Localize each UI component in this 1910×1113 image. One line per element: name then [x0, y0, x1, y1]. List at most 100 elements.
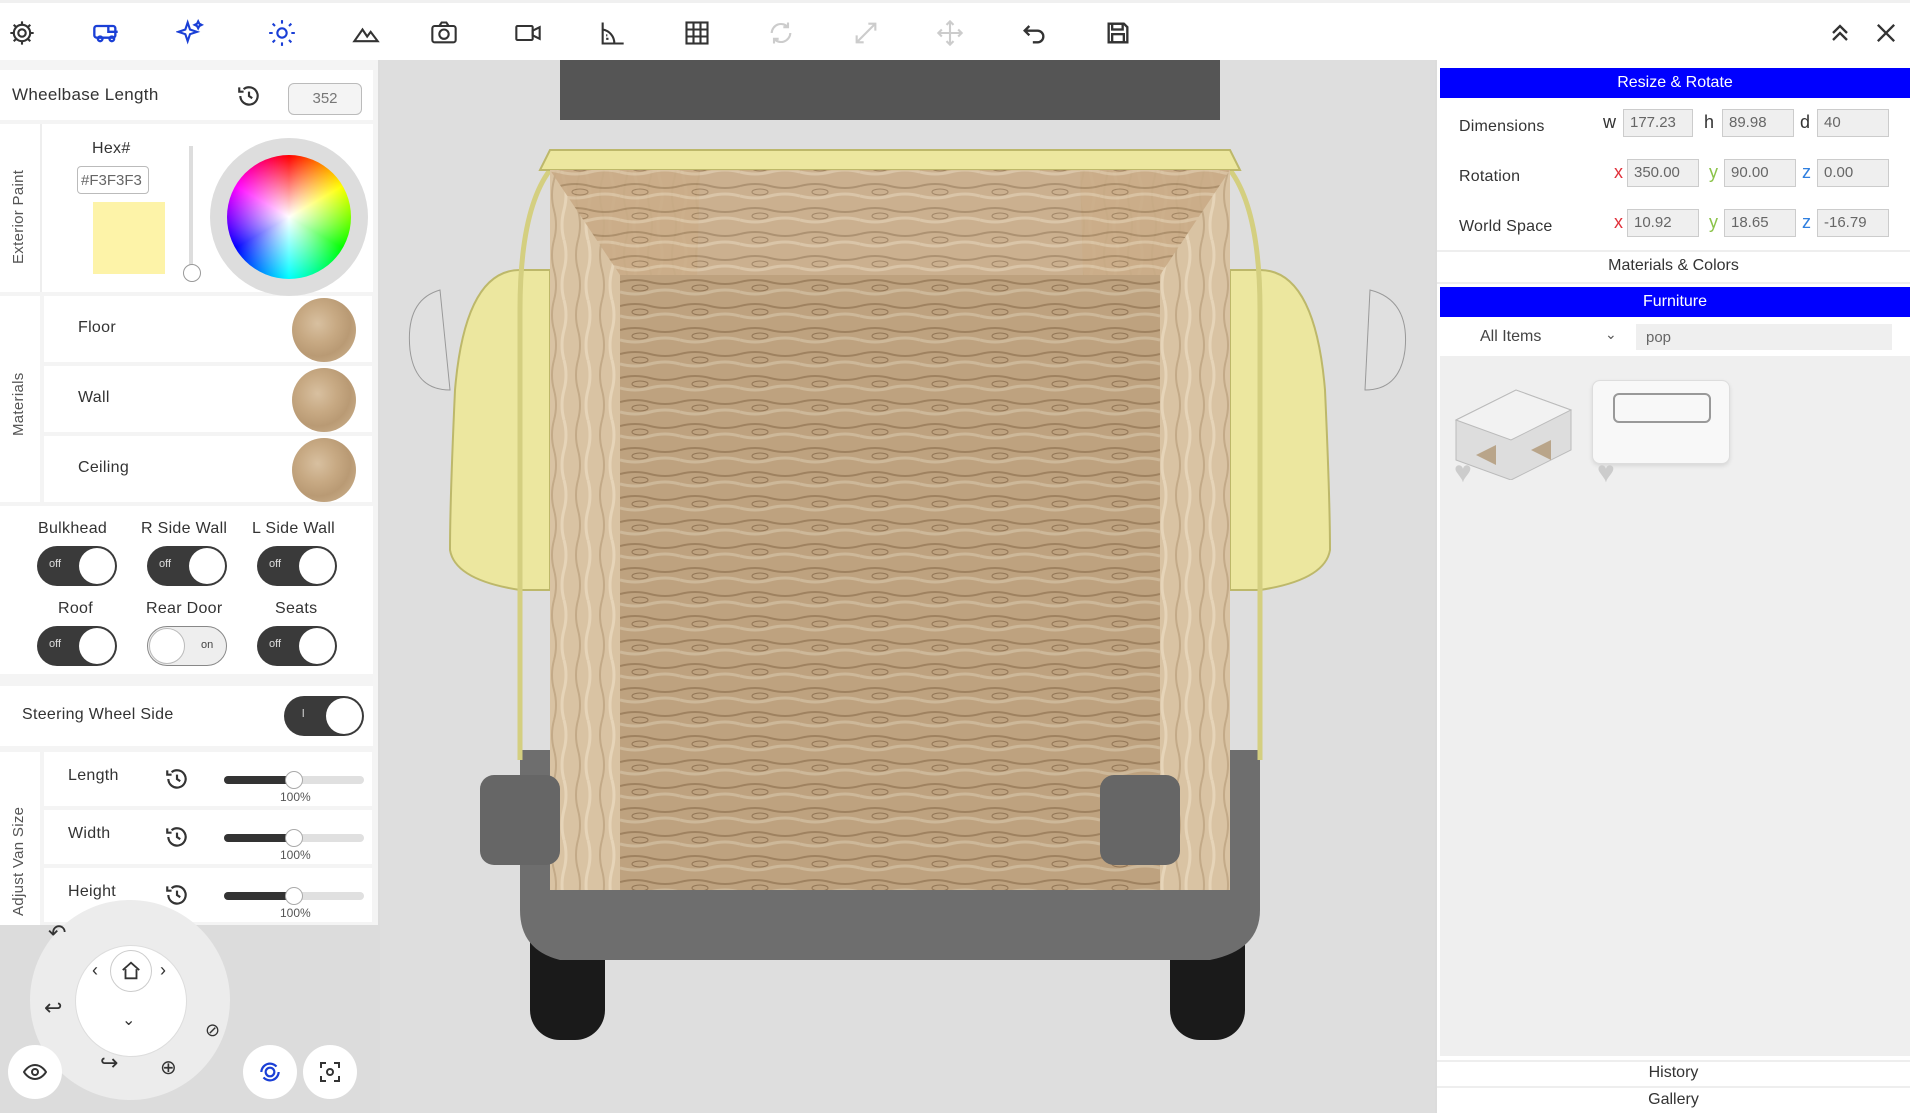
material-label: Ceiling [78, 459, 130, 476]
sparkle-icon[interactable] [172, 15, 208, 51]
r-side-wall-toggle[interactable]: off [147, 546, 227, 586]
w-axis-label: w [1603, 112, 1616, 132]
wheelbase-input[interactable]: 352 [288, 83, 362, 115]
dim-d-input[interactable]: 40 [1817, 109, 1889, 137]
collapse-up-icon[interactable] [1822, 15, 1858, 51]
rotate-left-icon[interactable]: ↩ [44, 995, 62, 1021]
pan-right-icon[interactable]: › [160, 960, 166, 981]
wheelbase-row: Wheelbase Length 352 [0, 70, 373, 120]
l-side-wall-toggle[interactable]: off [257, 546, 337, 586]
x-axis-label: x [1614, 162, 1623, 182]
wall-texture-swatch[interactable] [292, 368, 356, 432]
color-swatch[interactable] [93, 202, 165, 274]
terrain-icon[interactable] [348, 15, 384, 51]
van-icon[interactable] [88, 15, 124, 51]
furniture-filter-row: All Items ⌄ pop [1440, 322, 1910, 356]
home-icon[interactable] [110, 950, 152, 992]
van-render [408, 60, 1407, 1040]
brightness-thumb[interactable] [183, 264, 201, 282]
materials-section: Materials Floor Wall Ceiling [0, 296, 373, 502]
move-icon[interactable] [932, 15, 968, 51]
right-panel: Resize & Rotate Dimensions w 177.23 h 89… [1437, 60, 1910, 1113]
toggle-label: Seats [275, 600, 318, 617]
toggle-label: R Side Wall [141, 520, 228, 537]
gear-icon[interactable] [4, 15, 40, 51]
rot-y-input[interactable]: 90.00 [1724, 159, 1796, 187]
dim-h-input[interactable]: 89.98 [1722, 109, 1794, 137]
furniture-search-input[interactable]: pop [1636, 324, 1892, 350]
favorite-heart-icon[interactable]: ♥ [1454, 456, 1472, 490]
exterior-paint-label: Exterior Paint [10, 169, 27, 264]
gallery-tab[interactable]: Gallery [1437, 1091, 1910, 1109]
grid-icon[interactable] [679, 15, 715, 51]
dimensions-label: Dimensions [1459, 118, 1545, 135]
history-icon[interactable] [164, 766, 190, 797]
focus-icon[interactable] [303, 1045, 357, 1099]
floor-texture-swatch[interactable] [292, 298, 356, 362]
rotate-up-icon[interactable]: ↶ [48, 920, 66, 946]
seats-toggle[interactable]: off [257, 626, 337, 666]
eye-icon[interactable] [8, 1045, 62, 1099]
ruler-angle-icon[interactable] [594, 15, 630, 51]
save-icon[interactable] [1100, 15, 1136, 51]
ws-z-input[interactable]: -16.79 [1817, 209, 1889, 237]
materials-colors-link[interactable]: Materials & Colors [1437, 257, 1910, 275]
zoom-in-icon[interactable]: ⊕ [160, 1055, 177, 1080]
van-size-item-label: Width [68, 825, 111, 842]
steering-toggle-text: l [302, 708, 305, 720]
sun-icon[interactable] [264, 15, 300, 51]
toggle-label: Roof [58, 600, 93, 617]
rear-door-toggle[interactable]: on [147, 626, 227, 666]
history-icon[interactable] [164, 824, 190, 855]
brightness-track[interactable] [189, 146, 193, 274]
steering-toggle[interactable]: l [284, 696, 364, 736]
roof-toggle[interactable]: off [37, 626, 117, 666]
dim-w-input[interactable]: 177.23 [1623, 109, 1693, 137]
length-slider[interactable] [224, 771, 364, 789]
z-axis-label: z [1802, 162, 1811, 182]
rotate-icon[interactable] [763, 15, 799, 51]
width-percent: 100% [280, 848, 311, 862]
ws-x-input[interactable]: 10.92 [1627, 209, 1699, 237]
category-dropdown[interactable]: All Items [1480, 328, 1541, 346]
x-axis-label: x [1614, 212, 1623, 232]
video-icon[interactable] [510, 15, 546, 51]
resize-rotate-header[interactable]: Resize & Rotate [1440, 68, 1910, 98]
h-axis-label: h [1704, 112, 1715, 132]
bulkhead-toggle[interactable]: off [37, 546, 117, 586]
z-axis-label: z [1802, 212, 1811, 232]
ws-y-input[interactable]: 18.65 [1724, 209, 1796, 237]
steering-label: Steering Wheel Side [22, 706, 174, 723]
material-wall-row[interactable]: Wall [44, 366, 372, 432]
undo-icon[interactable] [1016, 15, 1052, 51]
favorite-heart-icon[interactable]: ♥ [1597, 456, 1615, 490]
pan-down-icon[interactable]: ⌄ [122, 1010, 135, 1030]
history-tab[interactable]: History [1437, 1064, 1910, 1082]
orbit-icon[interactable] [243, 1045, 297, 1099]
length-percent: 100% [280, 790, 311, 804]
chevron-down-icon[interactable]: ⌄ [1605, 326, 1617, 343]
furniture-item[interactable] [1592, 380, 1730, 464]
rotate-down-icon[interactable]: ↪ [100, 1050, 118, 1076]
camera-icon[interactable] [426, 15, 462, 51]
material-ceiling-row[interactable]: Ceiling [44, 436, 372, 502]
rot-z-input[interactable]: 0.00 [1817, 159, 1889, 187]
width-slider[interactable] [224, 829, 364, 847]
close-icon[interactable] [1868, 15, 1904, 51]
furniture-grid: ♥ ♥ [1440, 356, 1910, 1056]
hex-input[interactable]: #F3F3F3 [77, 166, 149, 194]
height-slider[interactable] [224, 887, 364, 905]
rot-x-input[interactable]: 350.00 [1627, 159, 1699, 187]
pan-left-icon[interactable]: ‹ [92, 960, 98, 981]
exterior-paint-section: Exterior Paint Hex# #F3F3F3 [0, 124, 373, 296]
left-panel: Wheelbase Length 352 Exterior Paint Hex#… [0, 60, 378, 925]
3d-viewport[interactable] [380, 60, 1435, 1113]
zoom-out-icon[interactable]: ⊘ [205, 1020, 220, 1041]
ceiling-texture-swatch[interactable] [292, 438, 356, 502]
resize-icon[interactable] [848, 15, 884, 51]
toggle-label: L Side Wall [252, 520, 336, 537]
color-wheel[interactable] [210, 138, 368, 296]
history-icon[interactable] [236, 83, 262, 114]
furniture-header[interactable]: Furniture [1440, 287, 1910, 317]
material-floor-row[interactable]: Floor [44, 296, 372, 362]
